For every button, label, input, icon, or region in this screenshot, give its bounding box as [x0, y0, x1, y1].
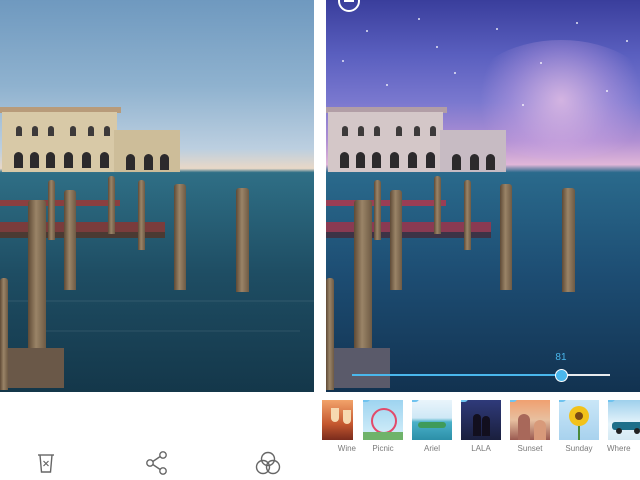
night-couple-icon — [461, 400, 501, 440]
sunflower-icon — [559, 400, 599, 440]
divider — [314, 0, 326, 392]
filter-label: Picnic — [372, 444, 394, 453]
intensity-slider-knob[interactable] — [554, 369, 568, 382]
tropical-island-icon — [412, 400, 452, 440]
edited-photo — [326, 0, 640, 392]
pole — [48, 180, 55, 240]
filter-label: Sunset — [517, 444, 543, 453]
original-photo — [0, 0, 314, 392]
pole — [500, 184, 512, 290]
filters-button[interactable] — [253, 448, 283, 478]
pole — [236, 188, 249, 292]
pole — [464, 180, 471, 250]
filter-label: Where — [607, 444, 631, 453]
pole — [434, 176, 441, 234]
filter-label: Wine — [337, 444, 356, 453]
share-icon — [146, 451, 167, 475]
pole — [64, 190, 76, 290]
pier — [8, 348, 64, 388]
filter-label: Sunday — [565, 444, 593, 453]
ferris-wheel-icon — [363, 400, 403, 440]
pole — [374, 180, 381, 240]
filter-item-where[interactable]: Where — [605, 400, 640, 453]
pole — [138, 180, 145, 250]
pole — [390, 190, 402, 290]
delete-button[interactable] — [31, 448, 61, 478]
boat — [326, 200, 446, 206]
pole — [562, 188, 575, 292]
sunset-woman-icon — [510, 400, 550, 440]
boat — [0, 200, 120, 206]
vintage-car-icon — [608, 400, 640, 440]
filter-item-picnic[interactable]: Picnic — [360, 400, 406, 453]
filter-item-lala[interactable]: LALA — [458, 400, 504, 453]
filter-strip[interactable]: Wine Picnic Ariel LALA Sunset Sunday Whe… — [322, 392, 640, 458]
filter-item-sunday[interactable]: Sunday — [556, 400, 602, 453]
pole — [0, 278, 8, 390]
filter-item-ariel[interactable]: Ariel — [409, 400, 455, 453]
pole — [108, 176, 115, 234]
filter-item-sunset[interactable]: Sunset — [507, 400, 553, 453]
wine-glasses-icon — [322, 400, 353, 440]
filter-circles-icon — [255, 451, 281, 475]
filter-label: Ariel — [423, 444, 440, 453]
pole — [326, 278, 334, 390]
intensity-value: 81 — [555, 352, 567, 363]
pier — [334, 348, 390, 388]
filter-item-wine[interactable]: Wine — [322, 400, 356, 453]
pole — [28, 200, 46, 350]
intensity-slider-fill — [352, 374, 561, 376]
filter-label: LALA — [471, 444, 491, 453]
trash-icon — [38, 454, 54, 473]
pole — [354, 200, 372, 350]
pole — [174, 184, 186, 290]
share-button[interactable] — [142, 448, 172, 478]
